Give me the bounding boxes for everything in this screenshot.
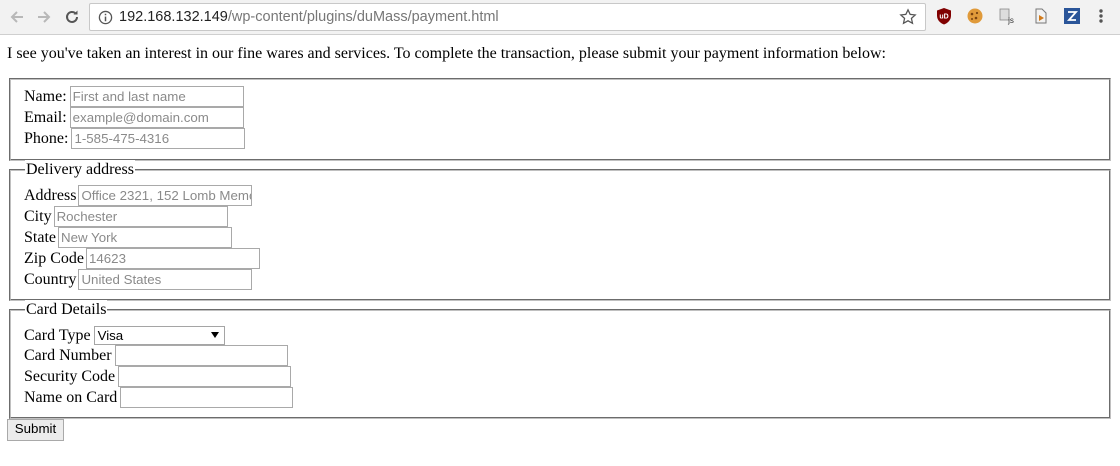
email-label: Email:	[24, 109, 67, 126]
info-icon[interactable]	[98, 10, 113, 25]
email-input[interactable]: example@domain.com	[69, 107, 244, 128]
name-on-card-row: Name on Card	[24, 387, 294, 408]
name-label: Name:	[24, 88, 67, 105]
arrow-right-icon	[38, 11, 51, 23]
state-input[interactable]: New York	[58, 227, 232, 248]
card-type-select[interactable]: Visa	[93, 326, 225, 345]
contact-fieldset: Name: First and last name Email: example…	[9, 78, 1111, 161]
reload-button[interactable]	[61, 6, 83, 28]
script-icon[interactable]	[1032, 7, 1050, 25]
card-type-row: Card Type Visa	[24, 325, 225, 346]
js-icon[interactable]: js	[999, 7, 1017, 25]
name-row: Name: First and last name	[24, 86, 244, 107]
svg-text:js: js	[1007, 16, 1014, 25]
country-input[interactable]: United States	[78, 269, 253, 290]
back-button[interactable]	[6, 6, 28, 28]
card-fieldset: Card Details Card Type Visa Card Number …	[9, 300, 1111, 419]
kebab-menu-icon	[1099, 9, 1103, 23]
cookie-icon[interactable]	[966, 7, 984, 25]
card-legend: Card Details	[25, 300, 108, 319]
address-bar[interactable]: 192.168.132.149/wp-content/plugins/duMas…	[89, 3, 926, 31]
name-on-card-input[interactable]	[120, 387, 294, 408]
state-row: State New York	[24, 227, 232, 248]
ublock-icon[interactable]: uD	[935, 7, 953, 25]
security-code-label: Security Code	[24, 368, 116, 385]
card-number-input[interactable]	[114, 345, 288, 366]
url-text[interactable]: 192.168.132.149/wp-content/plugins/duMas…	[119, 9, 499, 26]
address-label: Address	[24, 187, 77, 204]
country-label: Country	[24, 271, 77, 288]
card-type-value: Visa	[97, 328, 124, 343]
phone-label: Phone:	[24, 130, 69, 147]
arrow-left-icon	[10, 11, 23, 23]
bookmark-star-icon[interactable]	[899, 8, 917, 26]
url-path: /wp-content/plugins/duMass/payment.html	[227, 9, 499, 25]
zip-label: Zip Code	[24, 250, 84, 267]
browser-toolbar: 192.168.132.149/wp-content/plugins/duMas…	[0, 0, 1120, 35]
zotero-icon[interactable]	[1063, 7, 1081, 25]
name-input[interactable]: First and last name	[69, 86, 244, 107]
card-number-row: Card Number	[24, 345, 288, 366]
delivery-legend: Delivery address	[25, 160, 135, 179]
address-row: Address Office 2321, 152 Lomb Memo	[24, 185, 253, 206]
city-label: City	[24, 208, 52, 225]
card-number-label: Card Number	[24, 347, 112, 364]
phone-input[interactable]: 1-585-475-4316	[71, 128, 246, 149]
city-input[interactable]: Rochester	[53, 206, 228, 227]
submit-button[interactable]: Submit	[7, 419, 64, 441]
city-row: City Rochester	[24, 206, 228, 227]
intro-text: I see you've taken an interest in our fi…	[7, 45, 886, 62]
security-code-row: Security Code	[24, 366, 292, 387]
phone-row: Phone: 1-585-475-4316	[24, 128, 246, 149]
reload-icon	[66, 10, 78, 23]
delivery-fieldset: Delivery address Address Office 2321, 15…	[9, 160, 1111, 301]
email-row: Email: example@domain.com	[24, 107, 244, 128]
zip-row: Zip Code 14623	[24, 248, 260, 269]
address-input[interactable]: Office 2321, 152 Lomb Memo	[78, 185, 253, 206]
dropdown-arrow-icon	[210, 332, 219, 338]
name-on-card-label: Name on Card	[24, 389, 118, 406]
url-host: 192.168.132.149	[119, 9, 228, 25]
menu-button[interactable]	[1096, 7, 1106, 25]
card-type-label: Card Type	[24, 327, 91, 344]
state-label: State	[24, 229, 56, 246]
forward-button[interactable]	[33, 6, 55, 28]
svg-text:uD: uD	[939, 14, 948, 21]
zip-input[interactable]: 14623	[86, 248, 260, 269]
country-row: Country United States	[24, 269, 253, 290]
security-code-input[interactable]	[118, 366, 292, 387]
